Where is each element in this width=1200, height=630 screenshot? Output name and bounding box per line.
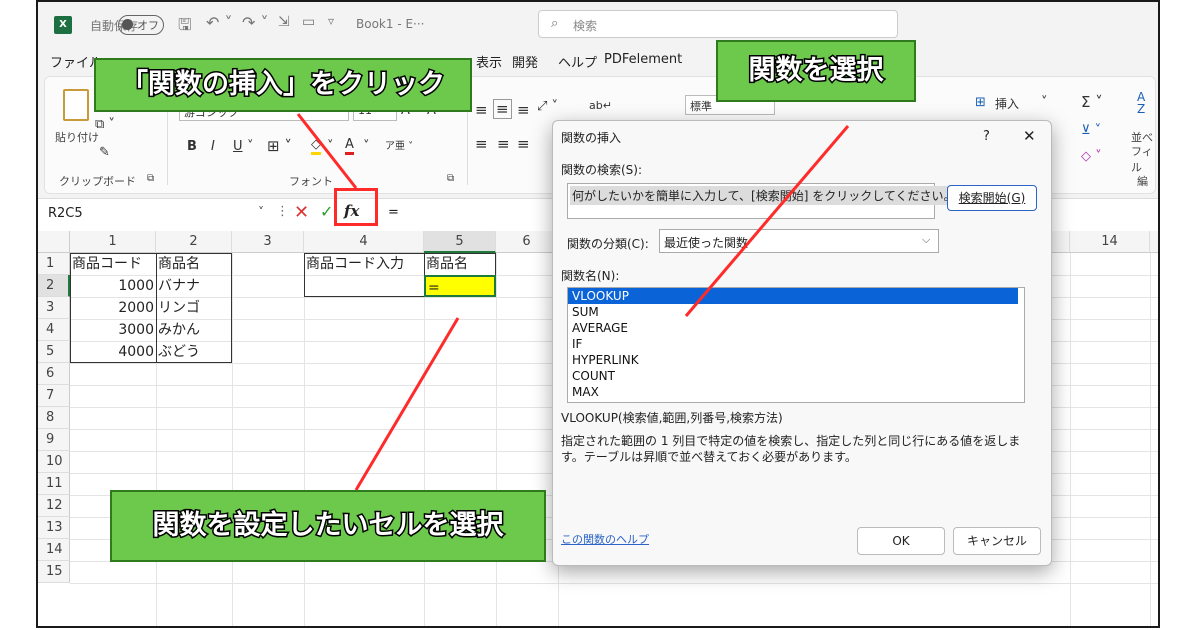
callout-select-cell: 関数を設定したいセルを選択 <box>110 490 546 562</box>
arrow-to-fx <box>296 113 358 189</box>
arrow-to-active-cell <box>354 317 460 491</box>
excel-window: X 自動保存 オフ 🖫 ↶ ˅ ↷ ˅ ⇲ ▭ ▿ Book1 - E··· ⌕… <box>36 0 1160 628</box>
callout-select-function: 関数を選択 <box>716 40 916 102</box>
arrow-to-vlookup <box>684 125 850 317</box>
callout-insert-function: 「関数の挿入」をクリック <box>94 58 472 112</box>
